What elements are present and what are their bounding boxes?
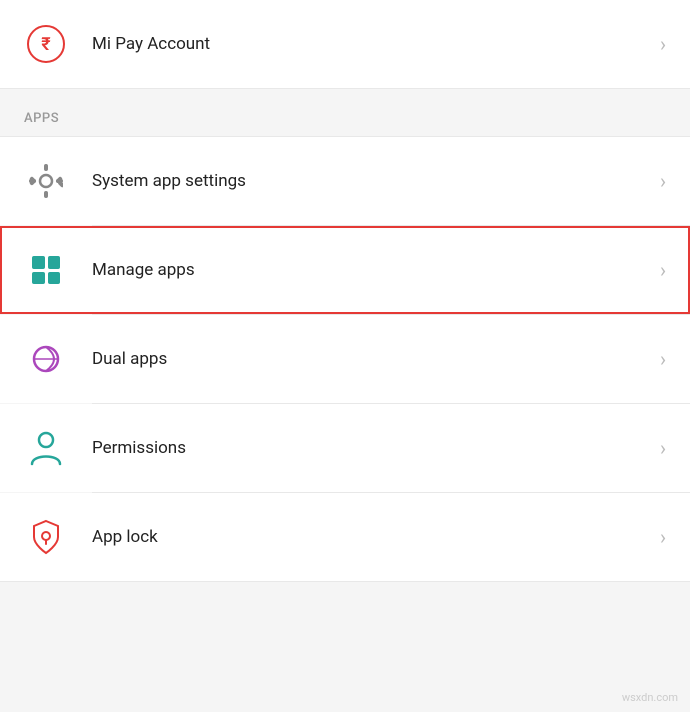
app-lock-item[interactable]: App lock › [0,493,690,581]
settings-screen: ₹ Mi Pay Account › APPS [0,0,690,712]
manage-apps-icon [24,248,68,292]
mi-pay-account-label: Mi Pay Account [92,34,652,54]
app-lock-icon [24,515,68,559]
system-app-chevron: › [660,169,666,193]
rupee-symbol: ₹ [41,34,50,55]
permissions-label: Permissions [92,438,652,458]
divider-7 [0,581,690,582]
watermark: wsxdn.com [622,691,678,704]
permissions-icon [24,426,68,470]
dual-apps-label: Dual apps [92,349,652,369]
permissions-chevron: › [660,436,666,460]
grid-icon-shape [32,256,60,284]
app-lock-chevron: › [660,525,666,549]
dual-apps-item[interactable]: Dual apps › [0,315,690,403]
dual-apps-chevron: › [660,347,666,371]
dual-apps-icon [24,337,68,381]
apps-section-label: APPS [24,111,59,126]
mi-pay-chevron: › [660,32,666,56]
grid-cell-4 [48,272,61,285]
manage-apps-chevron: › [660,258,666,282]
apps-section-header: APPS [0,89,690,136]
mi-pay-account-item[interactable]: ₹ Mi Pay Account › [0,0,690,88]
grid-cell-1 [32,256,45,269]
manage-apps-item[interactable]: Manage apps › [0,226,690,314]
system-app-settings-icon [24,159,68,203]
grid-cell-3 [32,272,45,285]
system-app-settings-item[interactable]: System app settings › [0,137,690,225]
app-lock-label: App lock [92,527,652,547]
grid-cell-2 [48,256,61,269]
system-app-settings-label: System app settings [92,171,652,191]
manage-apps-label: Manage apps [92,260,652,280]
permissions-item[interactable]: Permissions › [0,404,690,492]
mi-pay-icon: ₹ [24,22,68,66]
